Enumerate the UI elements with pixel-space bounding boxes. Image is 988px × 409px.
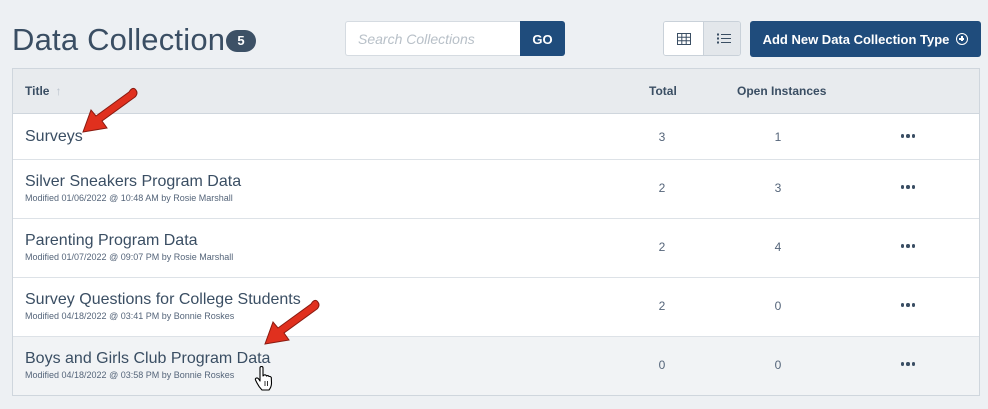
go-button[interactable]: GO (520, 21, 565, 56)
hand-cursor-icon (254, 366, 273, 391)
row-modified-info: Modified 01/06/2022 @ 10:48 AM by Rosie … (25, 193, 233, 203)
row-total: 2 (658, 181, 666, 195)
more-options-icon[interactable] (897, 130, 919, 142)
sort-ascending-icon: ↑ (55, 84, 62, 98)
page-title: Data Collection (12, 22, 226, 57)
table-row[interactable]: Parenting Program Data Modified 01/07/20… (13, 219, 979, 278)
table-row[interactable]: Boys and Girls Club Program Data Modifie… (13, 337, 979, 395)
row-title[interactable]: Survey Questions for College Students (25, 291, 301, 309)
table-row[interactable]: Survey Questions for College Students Mo… (13, 278, 979, 337)
view-toggle (663, 21, 741, 56)
table-row[interactable]: Silver Sneakers Program Data Modified 01… (13, 160, 979, 219)
column-header-title[interactable]: Title ↑ (25, 69, 61, 113)
row-open-instances: 3 (774, 181, 782, 195)
column-header-total[interactable]: Total (649, 69, 677, 113)
row-total: 3 (658, 130, 666, 144)
row-total: 0 (658, 358, 666, 372)
search-bar: GO (345, 21, 565, 56)
more-options-icon[interactable] (897, 299, 919, 311)
row-modified-info: Modified 04/18/2022 @ 03:58 PM by Bonnie… (25, 370, 235, 380)
more-options-icon[interactable] (897, 240, 919, 252)
row-title[interactable]: Parenting Program Data (25, 232, 198, 250)
search-input[interactable] (345, 21, 520, 56)
row-total: 2 (658, 240, 666, 254)
grid-view-button[interactable] (664, 22, 703, 55)
column-header-title-label: Title (25, 84, 50, 98)
more-options-icon[interactable] (897, 181, 919, 193)
row-title[interactable]: Silver Sneakers Program Data (25, 173, 241, 191)
row-modified-info: Modified 04/18/2022 @ 03:41 PM by Bonnie… (25, 311, 235, 321)
row-open-instances: 1 (774, 130, 782, 144)
row-modified-info: Modified 01/07/2022 @ 09:07 PM by Rosie … (25, 252, 234, 262)
data-collection-table: Title ↑ Total Open Instances Surveys 3 1 … (12, 68, 980, 396)
row-title[interactable]: Surveys (25, 128, 83, 146)
count-badge: 5 (226, 30, 256, 52)
row-open-instances: 0 (774, 358, 782, 372)
table-header: Title ↑ Total Open Instances (13, 69, 979, 114)
column-header-open-instances[interactable]: Open Instances (737, 69, 826, 113)
more-options-icon[interactable] (897, 358, 919, 370)
row-open-instances: 4 (774, 240, 782, 254)
row-open-instances: 0 (774, 299, 782, 313)
row-title[interactable]: Boys and Girls Club Program Data (25, 350, 270, 368)
table-row[interactable]: Surveys 3 1 (13, 114, 979, 160)
plus-circle-icon (956, 33, 969, 45)
add-data-collection-type-button[interactable]: Add New Data Collection Type (750, 21, 981, 57)
list-view-button[interactable] (703, 22, 740, 55)
grid-icon (676, 32, 691, 45)
add-button-label: Add New Data Collection Type (762, 31, 950, 47)
row-total: 2 (658, 299, 666, 313)
list-icon (716, 33, 731, 44)
